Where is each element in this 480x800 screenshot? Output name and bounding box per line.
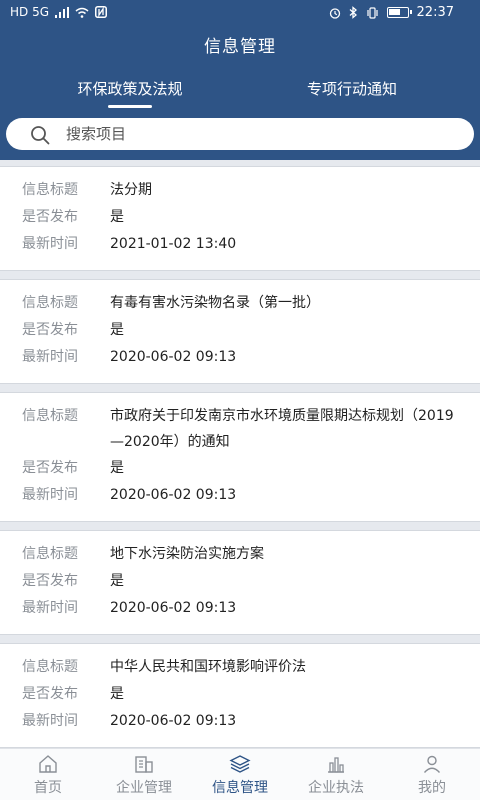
published-label: 是否发布 xyxy=(22,686,78,702)
nav-label: 我的 xyxy=(418,780,446,796)
page-title: 信息管理 xyxy=(204,37,276,57)
search-icon xyxy=(31,126,50,145)
bottom-nav: 首页 企业管理 信息管理 企业执法 我的 xyxy=(0,748,480,800)
bluetooth-icon xyxy=(349,6,357,19)
published-label: 是否发布 xyxy=(22,573,78,589)
item-title: 中华人民共和国环境影响评价法 xyxy=(110,659,306,675)
published-label: 是否发布 xyxy=(22,322,78,338)
published-label: 是否发布 xyxy=(22,209,78,225)
item-published: 是 xyxy=(110,322,124,338)
title-label: 信息标题 xyxy=(22,546,78,562)
updated-label: 最新时间 xyxy=(22,600,78,616)
item-updated: 2021-01-02 13:40 xyxy=(110,236,237,252)
published-label: 是否发布 xyxy=(22,460,78,476)
info-list: 信息标题 法分期 是否发布是 最新时间 2021-01-02 13:40 信息标题有… xyxy=(0,166,480,756)
tab-policies[interactable]: 环保政策及法规 xyxy=(40,70,220,110)
list-item[interactable]: 信息标题 中华人民共和国环境影响评价法 是否发布 是 最新时间 2020-06-02 … xyxy=(0,643,480,748)
item-title: 市政府关于印发南京市水环境质量限期达标规划（2019—2020年）的通知 xyxy=(110,408,454,450)
signal-icon xyxy=(55,6,70,18)
list-item[interactable]: 信息标题 市政府关于印发南京市水环境质量限期达标规划（2019—2020年）的通知… xyxy=(0,392,480,522)
item-title: 有毒有害水污染物名录（第一批） xyxy=(110,295,320,311)
list-item[interactable]: 信息标题 法分期 是否发布 是 最新时间 2021-01-02 13:40 xyxy=(0,166,480,271)
home-icon xyxy=(39,755,57,773)
nav-info[interactable]: 信息管理 xyxy=(192,749,288,800)
item-published: 是 xyxy=(110,460,124,476)
nav-label: 信息管理 xyxy=(212,780,268,796)
vibrate-icon xyxy=(366,6,378,19)
search-input[interactable] xyxy=(66,122,456,146)
search-bar[interactable] xyxy=(6,118,474,150)
header: HD 5G 22:37 信息管理 环保政策及法规 专项行动通知 xyxy=(0,0,480,160)
user-icon xyxy=(423,755,441,773)
updated-label: 最新时间 xyxy=(22,487,78,503)
nav-enforcement[interactable]: 企业执法 xyxy=(288,749,384,800)
tab-bar: 环保政策及法规 专项行动通知 xyxy=(0,70,480,110)
nav-label: 企业管理 xyxy=(116,780,172,796)
updated-label: 最新时间 xyxy=(22,236,78,252)
alarm-icon xyxy=(329,7,340,19)
status-right: 22:37 xyxy=(329,5,454,20)
item-updated: 2020-06-02 09:13 xyxy=(110,487,237,503)
updated-label: 最新时间 xyxy=(22,713,78,729)
title-label: 信息标题 xyxy=(22,182,78,198)
building-icon xyxy=(135,756,153,773)
network-indicator: HD 5G xyxy=(10,5,50,19)
title-label: 信息标题 xyxy=(22,408,78,424)
nav-label: 企业执法 xyxy=(308,780,364,796)
item-title: 地下水污染防治实施方案 xyxy=(110,546,264,562)
updated-label: 最新时间 xyxy=(22,349,78,365)
status-left: HD 5G xyxy=(10,5,108,19)
item-published: 是 xyxy=(110,686,124,702)
item-updated: 2020-06-02 09:13 xyxy=(110,713,237,729)
item-updated: 2020-06-02 09:13 xyxy=(110,349,237,365)
nav-enterprise[interactable]: 企业管理 xyxy=(96,749,192,800)
nav-label: 首页 xyxy=(34,780,62,796)
title-label: 信息标题 xyxy=(22,295,78,311)
tab-notifications[interactable]: 专项行动通知 xyxy=(262,70,442,110)
wifi-icon xyxy=(75,7,89,18)
tab-active-indicator xyxy=(108,105,152,108)
item-updated: 2020-06-02 09:13 xyxy=(110,600,237,616)
list-item[interactable]: 信息标题 有毒有害水污染物名录（第一批） 是否发布 是 最新时间 2020-06-02… xyxy=(0,279,480,384)
status-bar: HD 5G 22:37 xyxy=(0,0,480,26)
status-time: 22:37 xyxy=(416,5,454,20)
nav-mine[interactable]: 我的 xyxy=(384,749,480,800)
item-published: 是 xyxy=(110,209,124,225)
nfc-icon xyxy=(95,6,108,18)
title-label: 信息标题 xyxy=(22,659,78,675)
item-title: 法分期 xyxy=(110,182,152,198)
item-published: 是 xyxy=(110,573,124,589)
list-item[interactable]: 信息标题 地下水污染防治实施方案 是否发布 是 最新时间 2020-06-02 09:… xyxy=(0,530,480,635)
battery-icon xyxy=(386,7,412,18)
nav-home[interactable]: 首页 xyxy=(0,749,96,800)
layers-icon xyxy=(229,755,251,773)
chart-icon xyxy=(328,757,344,773)
